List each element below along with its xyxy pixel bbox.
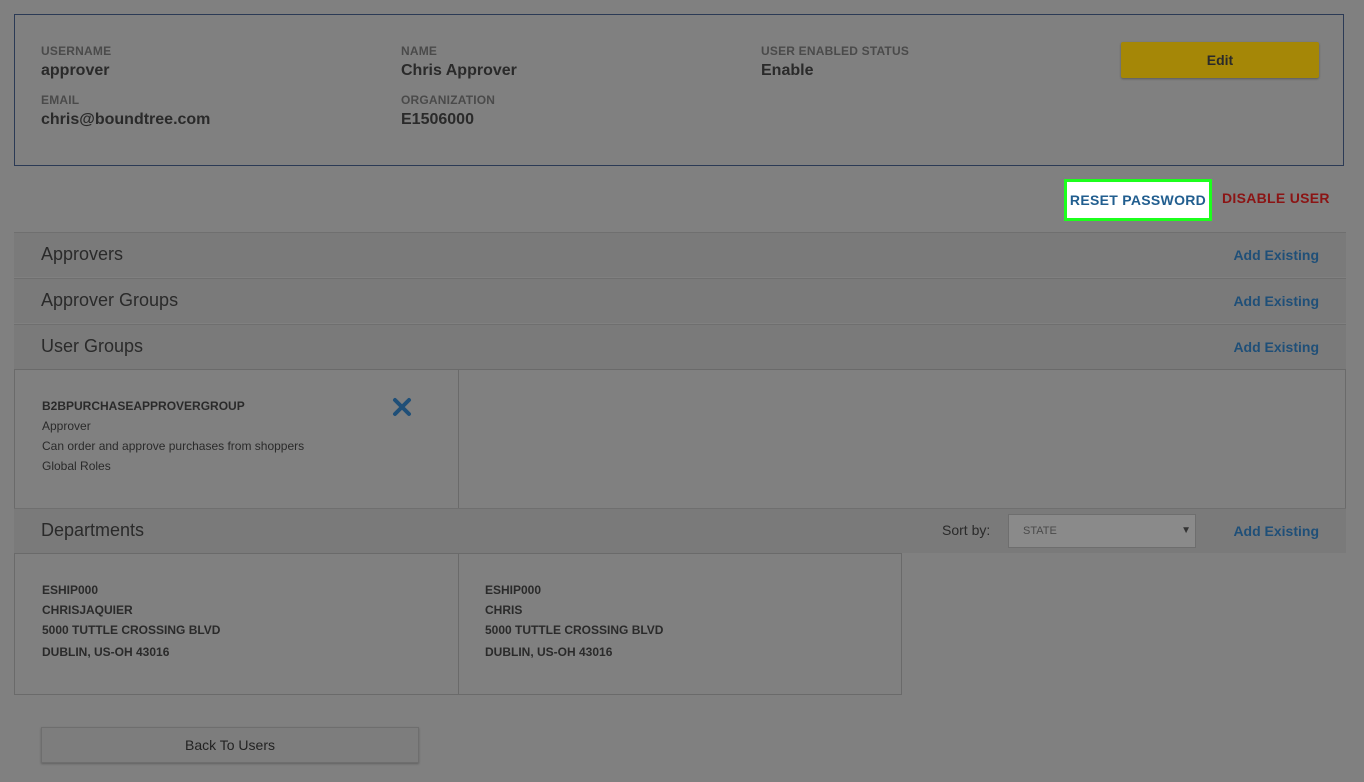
department-address-line2: DUBLIN, US-OH 43016 (42, 645, 170, 659)
approver-groups-add-existing-link[interactable]: Add Existing (1233, 293, 1319, 309)
approver-groups-title: Approver Groups (41, 290, 179, 310)
department-code: ESHIP000 (485, 583, 542, 597)
user-group-description: Can order and approve purchases from sho… (42, 439, 305, 453)
department-card: ESHIP000 CHRIS 5000 TUTTLE CROSSING BLVD… (458, 554, 901, 694)
user-group-scope: Global Roles (42, 459, 111, 473)
disable-user-button[interactable]: DISABLE USER (1222, 190, 1330, 206)
department-card: ESHIP000 CHRISJAQUIER 5000 TUTTLE CROSSI… (15, 554, 459, 694)
status-value: Enable (761, 62, 814, 79)
user-groups-section-header: User Groups Add Existing (14, 324, 1346, 369)
sort-by-label: Sort by: (942, 522, 991, 538)
departments-list: ESHIP000 CHRISJAQUIER 5000 TUTTLE CROSSI… (14, 553, 902, 695)
approvers-title: Approvers (41, 244, 124, 264)
departments-title: Departments (41, 520, 145, 540)
user-group-card: B2BPURCHASEAPPROVERGROUP Approver Can or… (15, 370, 459, 508)
department-address-line2: DUBLIN, US-OH 43016 (485, 645, 613, 659)
department-name: CHRIS (485, 603, 523, 617)
department-address-line1: 5000 TUTTLE CROSSING BLVD (42, 623, 221, 637)
name-field: NAME Chris Approver (401, 44, 517, 80)
organization-field: ORGANIZATION E1506000 (401, 93, 495, 129)
department-code: ESHIP000 (42, 583, 99, 597)
departments-section-header: Departments Sort by: STATE ▼ Add Existin… (14, 508, 1346, 553)
user-groups-title: User Groups (41, 336, 144, 356)
departments-add-existing-link[interactable]: Add Existing (1233, 523, 1319, 539)
sort-by-selected-value: STATE (1023, 525, 1057, 537)
department-name: CHRISJAQUIER (42, 603, 133, 617)
status-label: USER ENABLED STATUS (761, 44, 910, 58)
user-group-role: Approver (42, 419, 91, 433)
status-field: USER ENABLED STATUS Enable (761, 44, 909, 80)
user-groups-add-existing-link[interactable]: Add Existing (1233, 339, 1319, 355)
name-label: NAME (401, 44, 438, 58)
email-label: EMAIL (41, 93, 80, 107)
approver-groups-section-header: Approver Groups Add Existing (14, 278, 1346, 323)
name-value: Chris Approver (401, 62, 517, 79)
user-group-name: B2BPURCHASEAPPROVERGROUP (42, 399, 245, 413)
username-label: USERNAME (41, 44, 112, 58)
email-field: EMAIL chris@boundtree.com (41, 93, 210, 129)
chevron-down-icon: ▼ (1181, 525, 1191, 536)
user-groups-list: B2BPURCHASEAPPROVERGROUP Approver Can or… (14, 369, 1346, 509)
user-profile-card: USERNAME approver NAME Chris Approver US… (14, 14, 1344, 166)
sort-by-select[interactable]: STATE ▼ (1008, 514, 1196, 548)
reset-password-button[interactable]: RESET PASSWORD (1064, 179, 1212, 221)
username-value: approver (41, 62, 110, 79)
email-value: chris@boundtree.com (41, 111, 211, 128)
back-to-users-button[interactable]: Back To Users (41, 727, 419, 763)
organization-label: ORGANIZATION (401, 93, 496, 107)
username-field: USERNAME approver (41, 44, 111, 80)
approvers-add-existing-link[interactable]: Add Existing (1233, 247, 1319, 263)
organization-value: E1506000 (401, 111, 474, 128)
approvers-section-header: Approvers Add Existing (14, 232, 1346, 277)
edit-button[interactable]: Edit (1121, 42, 1319, 78)
close-icon[interactable] (391, 396, 413, 418)
department-address-line1: 5000 TUTTLE CROSSING BLVD (485, 623, 664, 637)
